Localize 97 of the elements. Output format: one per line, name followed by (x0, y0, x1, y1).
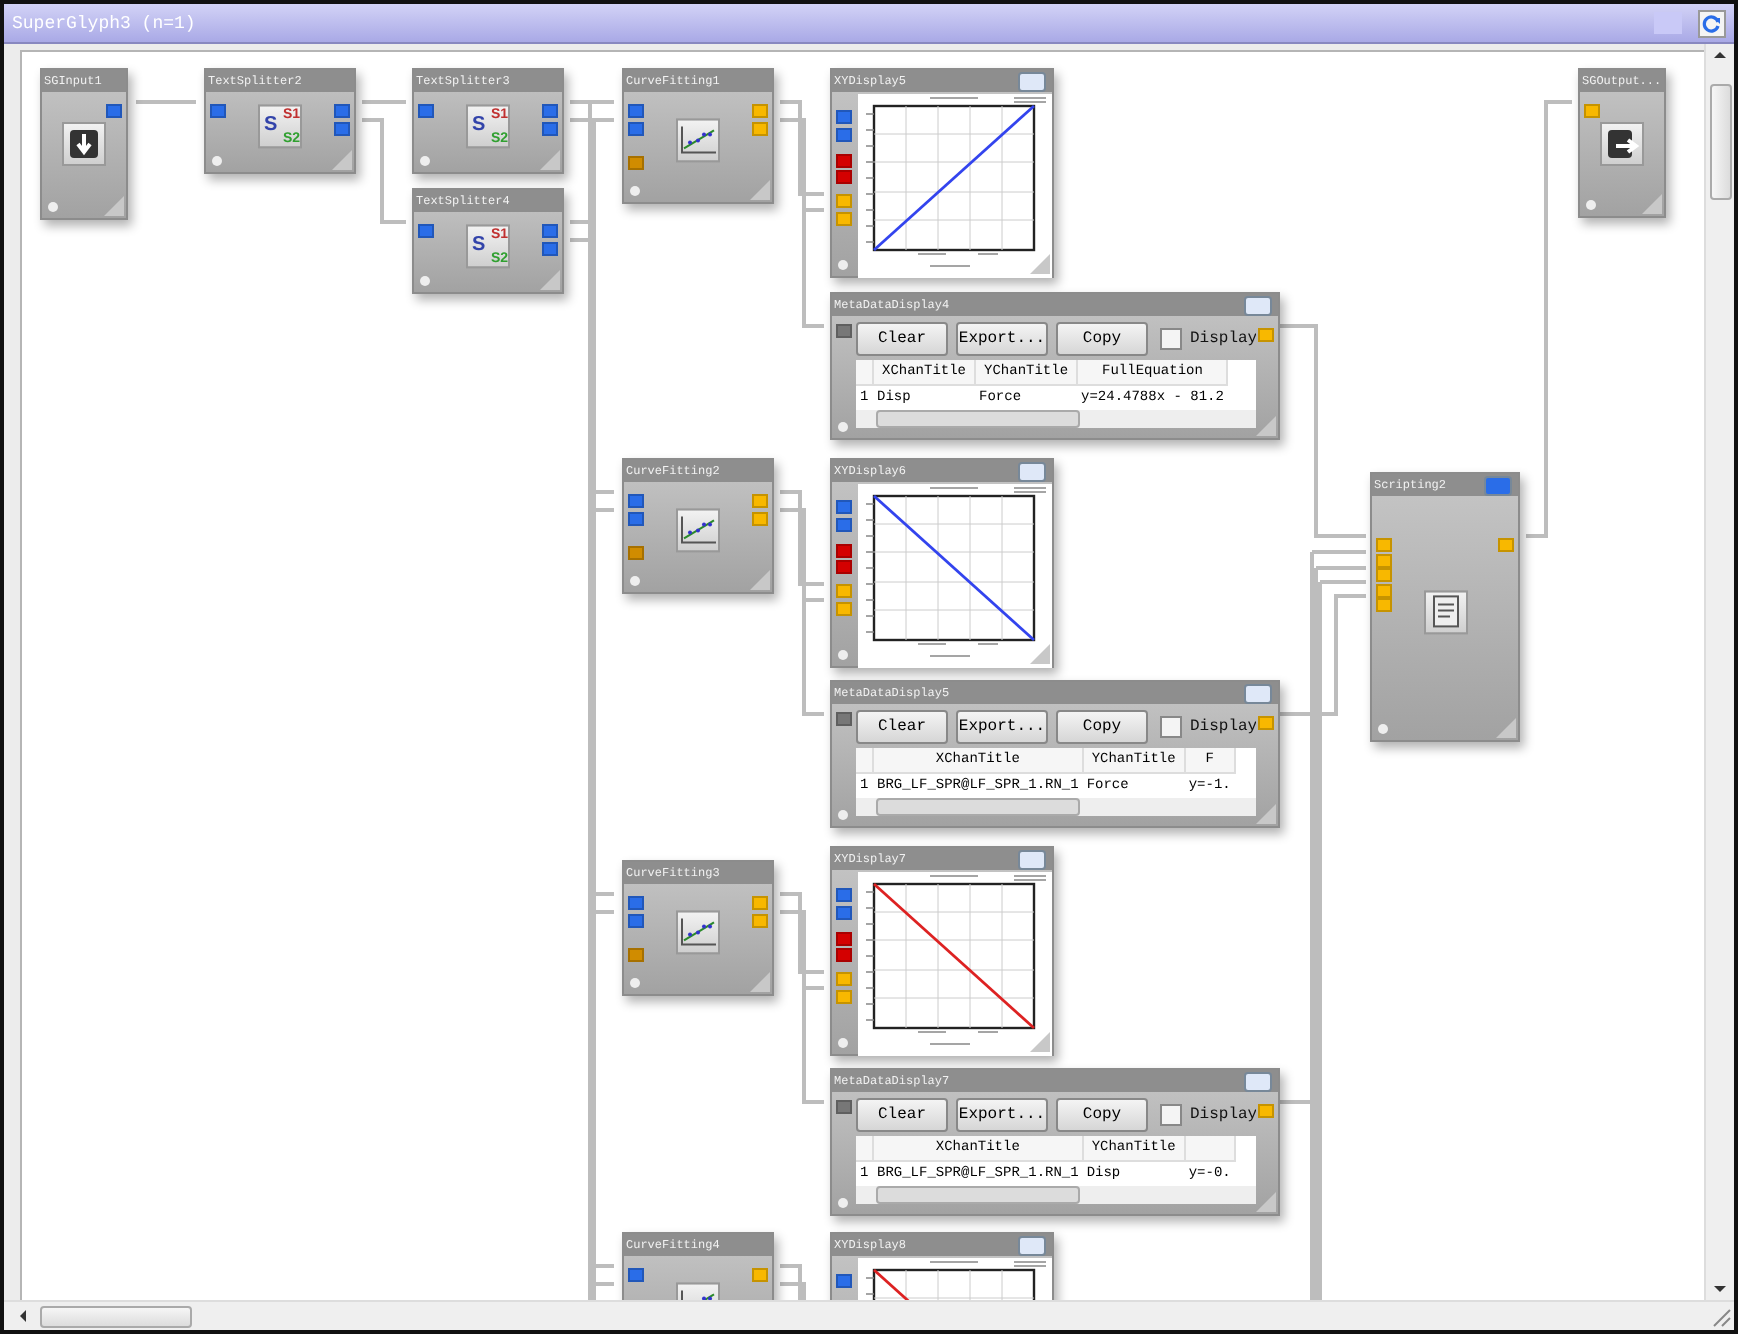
status-dot (838, 422, 848, 432)
checkbox-label: Display (1190, 330, 1256, 348)
checkbox[interactable] (1160, 1104, 1182, 1126)
status-dot (630, 186, 640, 196)
status-dot (420, 276, 430, 286)
status-dot (630, 576, 640, 586)
window-icon[interactable] (1244, 1072, 1272, 1092)
node-icon-button[interactable] (676, 118, 720, 163)
output-port[interactable] (1498, 538, 1514, 552)
toolbar-button[interactable]: Clear (856, 710, 948, 744)
document-icon (1429, 593, 1461, 630)
status-dot (838, 810, 848, 820)
window-icon[interactable] (1244, 296, 1272, 316)
column-header[interactable] (1184, 1136, 1235, 1161)
node-icon-button[interactable] (676, 910, 720, 955)
node-icon-button[interactable] (1423, 589, 1467, 634)
scroll-thumb[interactable] (40, 1305, 192, 1327)
toolbar-button[interactable]: Copy (1056, 1098, 1148, 1132)
resize-grip-icon[interactable] (1256, 804, 1276, 824)
checkbox[interactable] (1160, 716, 1182, 738)
status-dot (838, 1038, 848, 1048)
resize-grip-icon[interactable] (1030, 254, 1050, 274)
refresh-button[interactable] (1698, 9, 1726, 37)
toolbar-button[interactable]: Clear (856, 1098, 948, 1132)
node-icon-button[interactable] (676, 508, 720, 553)
output-port[interactable] (1258, 1104, 1274, 1118)
input-port[interactable] (628, 948, 644, 962)
column-header[interactable] (856, 360, 873, 385)
column-header[interactable] (856, 748, 873, 773)
status-dot (838, 260, 848, 270)
node-icon-button[interactable] (1600, 121, 1644, 165)
window-icon[interactable] (1244, 684, 1272, 704)
input-port[interactable] (628, 156, 644, 170)
scatter-chart-icon (678, 916, 718, 949)
info-icon[interactable] (1484, 476, 1512, 496)
resize-grip-icon[interactable] (750, 570, 770, 590)
checkbox-label: Display (1190, 1106, 1256, 1124)
export-box-icon (1604, 125, 1640, 161)
input-port[interactable] (836, 1274, 852, 1288)
toolbar-button[interactable]: Clear (856, 322, 948, 356)
resize-grip-icon[interactable] (1256, 416, 1276, 436)
output-port[interactable] (1258, 716, 1274, 730)
column-header[interactable] (856, 1136, 873, 1161)
status-dot (838, 650, 848, 660)
status-dot (420, 156, 430, 166)
input-port[interactable] (628, 546, 644, 560)
resize-grip-icon[interactable] (750, 180, 770, 200)
toolbar-button[interactable]: Export... (956, 1098, 1048, 1132)
horizontal-scrollbar[interactable] (856, 1186, 1256, 1204)
input-port[interactable] (1584, 104, 1600, 118)
status-dot (838, 1198, 848, 1208)
import-box-icon (66, 126, 102, 162)
status-dot (48, 202, 58, 212)
resize-grip-icon[interactable] (1030, 644, 1050, 664)
horizontal-scrollbar[interactable] (856, 410, 1256, 428)
resize-grip-icon[interactable] (1256, 1192, 1276, 1212)
resize-grip-icon[interactable] (1642, 194, 1662, 214)
input-port[interactable] (836, 712, 852, 726)
status-dot (212, 156, 222, 166)
resize-grip-icon[interactable] (540, 270, 560, 290)
input-port[interactable] (210, 104, 226, 118)
window-icon[interactable] (1018, 1236, 1046, 1256)
toolbar-button[interactable]: Copy (1056, 710, 1148, 744)
input-port[interactable] (836, 1100, 852, 1114)
input-port[interactable] (628, 1268, 644, 1282)
window-title: SuperGlyph3 (n=1) (12, 13, 198, 33)
input-port[interactable] (418, 104, 434, 118)
title-bar-swatch (1654, 12, 1682, 34)
scatter-chart-icon (678, 124, 718, 157)
checkbox-label: Display (1190, 718, 1256, 736)
resize-grip-icon[interactable] (540, 150, 560, 170)
resize-grip-icon[interactable] (332, 150, 352, 170)
resize-grip-icon[interactable] (1030, 1032, 1050, 1052)
window-icon[interactable] (1018, 850, 1046, 870)
node-icon-button[interactable] (62, 122, 106, 166)
checkbox[interactable] (1160, 328, 1182, 350)
toolbar-button[interactable]: Copy (1056, 322, 1148, 356)
scatter-chart-icon (678, 514, 718, 547)
vertical-scrollbar[interactable] (1704, 44, 1734, 1300)
status-dot (630, 978, 640, 988)
horizontal-scrollbar[interactable] (856, 798, 1256, 816)
resize-grip-icon[interactable] (104, 196, 124, 216)
input-port[interactable] (836, 324, 852, 338)
status-dot (1378, 724, 1388, 734)
toolbar-button[interactable]: Export... (956, 710, 1048, 744)
resize-grip-icon[interactable] (750, 972, 770, 992)
scroll-thumb[interactable] (1709, 84, 1731, 200)
resize-grip-icon[interactable] (1496, 718, 1516, 738)
toolbar-button[interactable]: Export... (956, 322, 1048, 356)
window-icon[interactable] (1018, 462, 1046, 482)
output-port[interactable] (1258, 328, 1274, 342)
output-port[interactable] (106, 104, 122, 118)
refresh-icon (1702, 13, 1722, 33)
status-dot (1586, 200, 1596, 210)
window-icon[interactable] (1018, 72, 1046, 92)
input-port[interactable] (418, 224, 434, 238)
output-port[interactable] (752, 1268, 768, 1282)
